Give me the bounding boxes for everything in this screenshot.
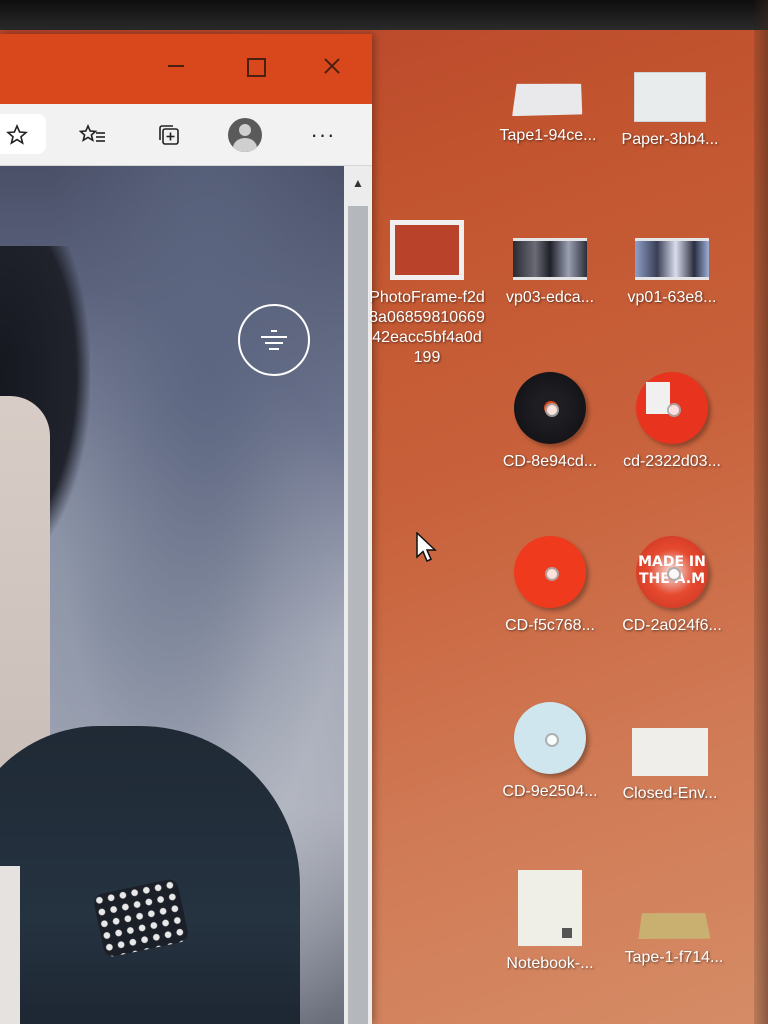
envelope-icon	[632, 728, 708, 776]
favorites-list-icon	[79, 124, 105, 142]
desktop-icon-label: Notebook-...	[506, 955, 594, 972]
cd-icon	[514, 372, 586, 444]
desktop-icon-label: CD-8e94cd...	[502, 453, 598, 470]
desktop-icon-label: vp01-63e8...	[627, 289, 717, 306]
cd-icon: MADE IN THE A.M	[636, 536, 708, 608]
profile-avatar-icon	[228, 118, 262, 152]
cd-icon	[514, 536, 586, 608]
star-plus-icon	[6, 123, 28, 145]
maximize-button[interactable]	[232, 48, 278, 84]
visual-search-icon[interactable]	[238, 304, 310, 376]
desktop-icon-tape2[interactable]: Tape-1-f714...	[616, 912, 732, 968]
cd-icon	[636, 372, 708, 444]
tape-icon	[638, 911, 711, 941]
desktop-icon-label: CD-f5c768...	[505, 617, 595, 634]
cd-icon	[514, 702, 586, 774]
desktop-icon-label: PhotoFrame-f2d8a0685981066942eacc5bf4a0d…	[369, 289, 485, 366]
notebook-icon	[518, 870, 582, 946]
desktop-icon-cd-9e25[interactable]: CD-9e2504...	[492, 702, 608, 802]
photo-face	[0, 396, 50, 796]
screen-edge	[754, 0, 768, 1024]
video-icon	[513, 238, 587, 280]
desktop-icon-label: vp03-edca...	[505, 289, 595, 306]
collections-icon	[159, 125, 179, 145]
desktop-icon-notebook[interactable]: Notebook-...	[492, 870, 608, 974]
photo-shirt	[0, 866, 20, 1024]
cd-sleeve-image	[646, 382, 670, 414]
paper-icon	[634, 72, 706, 122]
desktop-icon-cd-f5c7[interactable]: CD-f5c768...	[492, 536, 608, 636]
desktop-icon-vp03[interactable]: vp03-edca...	[492, 238, 608, 308]
photo-frame-icon	[390, 220, 464, 280]
desktop-icon-label: cd-2322d03...	[623, 453, 721, 470]
desktop-icon-label: Paper-3bb4...	[621, 131, 719, 148]
desktop-icon-vp01[interactable]: vp01-63e8...	[614, 238, 730, 308]
desktop-icon-label: CD-2a024f6...	[622, 617, 722, 634]
browser-window: ··· ▲	[0, 34, 372, 1024]
desktop-icon-label: Tape-1-f714...	[624, 949, 724, 966]
web-page-image	[0, 166, 344, 1024]
desktop-icon-photoframe[interactable]: PhotoFrame-f2d8a0685981066942eacc5bf4a0d…	[368, 220, 486, 368]
desktop-icon-cd-8e94[interactable]: CD-8e94cd...	[492, 372, 608, 472]
desktop-icon-cd-2322[interactable]: cd-2322d03...	[614, 372, 730, 472]
minimize-button[interactable]	[152, 48, 198, 84]
screen-bezel	[0, 0, 768, 30]
more-options-button[interactable]: ···	[306, 118, 340, 152]
desktop-icon-label: Tape1-94ce...	[499, 127, 597, 144]
scroll-up-arrow[interactable]: ▲	[344, 172, 372, 194]
desktop-icon-envelope[interactable]: Closed-Env...	[612, 728, 728, 804]
more-options-label: ···	[310, 122, 336, 147]
video-icon	[635, 238, 709, 280]
tape-icon	[512, 80, 584, 120]
collections-button[interactable]	[152, 118, 186, 152]
desktop-icon-label: Closed-Env...	[622, 785, 718, 802]
desktop-icon-paper[interactable]: Paper-3bb4...	[612, 72, 728, 150]
close-button[interactable]	[308, 48, 354, 84]
favorites-button[interactable]	[76, 118, 110, 152]
photo-jacket	[0, 726, 300, 1024]
window-titlebar[interactable]	[0, 34, 372, 104]
add-favorite-button[interactable]	[0, 118, 34, 152]
scroll-thumb[interactable]	[348, 206, 368, 1024]
profile-button[interactable]	[228, 118, 262, 152]
desktop-icon-tape1[interactable]: Tape1-94ce...	[490, 82, 606, 146]
cd-art-text: MADE IN THE A.M	[638, 554, 706, 587]
browser-toolbar: ···	[0, 104, 372, 166]
desktop-icon-cd-2a02[interactable]: MADE IN THE A.M CD-2a024f6...	[614, 536, 730, 636]
desktop-icon-label: CD-9e2504...	[502, 783, 598, 800]
